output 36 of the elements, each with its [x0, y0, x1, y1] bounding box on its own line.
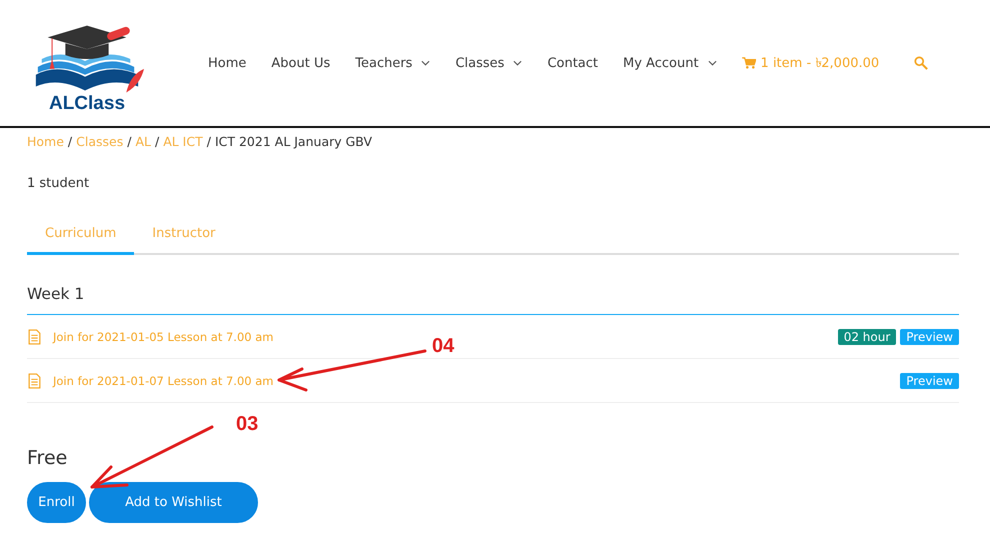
tab[interactable]: Instructor	[134, 217, 234, 255]
breadcrumb-link[interactable]: Home	[27, 134, 64, 149]
action-button[interactable]: Enroll	[27, 482, 86, 523]
logo[interactable]: ALClass	[27, 7, 147, 119]
duration-badge: 02 hour	[838, 328, 896, 344]
nav-link[interactable]: My Account	[623, 56, 717, 70]
tab[interactable]: Curriculum	[27, 217, 134, 255]
nav-link[interactable]: Contact	[547, 56, 598, 70]
action-button[interactable]: Add to Wishlist	[89, 482, 258, 523]
breadcrumb-link[interactable]: AL ICT	[163, 134, 203, 149]
preview-button[interactable]: Preview	[900, 328, 959, 344]
price: Free	[27, 447, 68, 469]
nav-link[interactable]: About Us	[271, 56, 330, 70]
nav-link[interactable]: Home	[208, 56, 246, 70]
lesson-link[interactable]: Join for 2021-01-07 Lesson at 7.00 am	[53, 374, 274, 388]
document-icon	[28, 372, 41, 388]
breadcrumb-link[interactable]: AL	[135, 134, 151, 149]
preview-button[interactable]: Preview	[900, 372, 959, 388]
annotation-number: 03	[236, 413, 258, 436]
nav-link[interactable]: Teachers	[355, 56, 430, 70]
cart-link[interactable]: 1 item - ৳2,000.00	[742, 52, 880, 74]
student-count: 1 student	[27, 176, 90, 191]
breadcrumb-link[interactable]: Classes	[76, 134, 124, 149]
breadcrumb-separator: /	[127, 134, 132, 149]
search-icon[interactable]	[914, 56, 928, 70]
annotation-number: 04	[432, 335, 454, 358]
lesson-link[interactable]: Join for 2021-01-05 Lesson at 7.00 am	[53, 330, 274, 344]
document-icon	[28, 328, 41, 344]
cart-icon	[742, 57, 756, 69]
logo-text: ALClass	[48, 93, 126, 115]
section-title: Week 1	[27, 285, 959, 315]
nav-link[interactable]: Classes	[455, 56, 522, 70]
breadcrumb-separator: /	[68, 134, 72, 149]
breadcrumb-current: ICT 2021 AL January GBV	[214, 134, 372, 149]
breadcrumb-separator: /	[154, 134, 160, 149]
breadcrumb-separator: /	[206, 134, 211, 149]
